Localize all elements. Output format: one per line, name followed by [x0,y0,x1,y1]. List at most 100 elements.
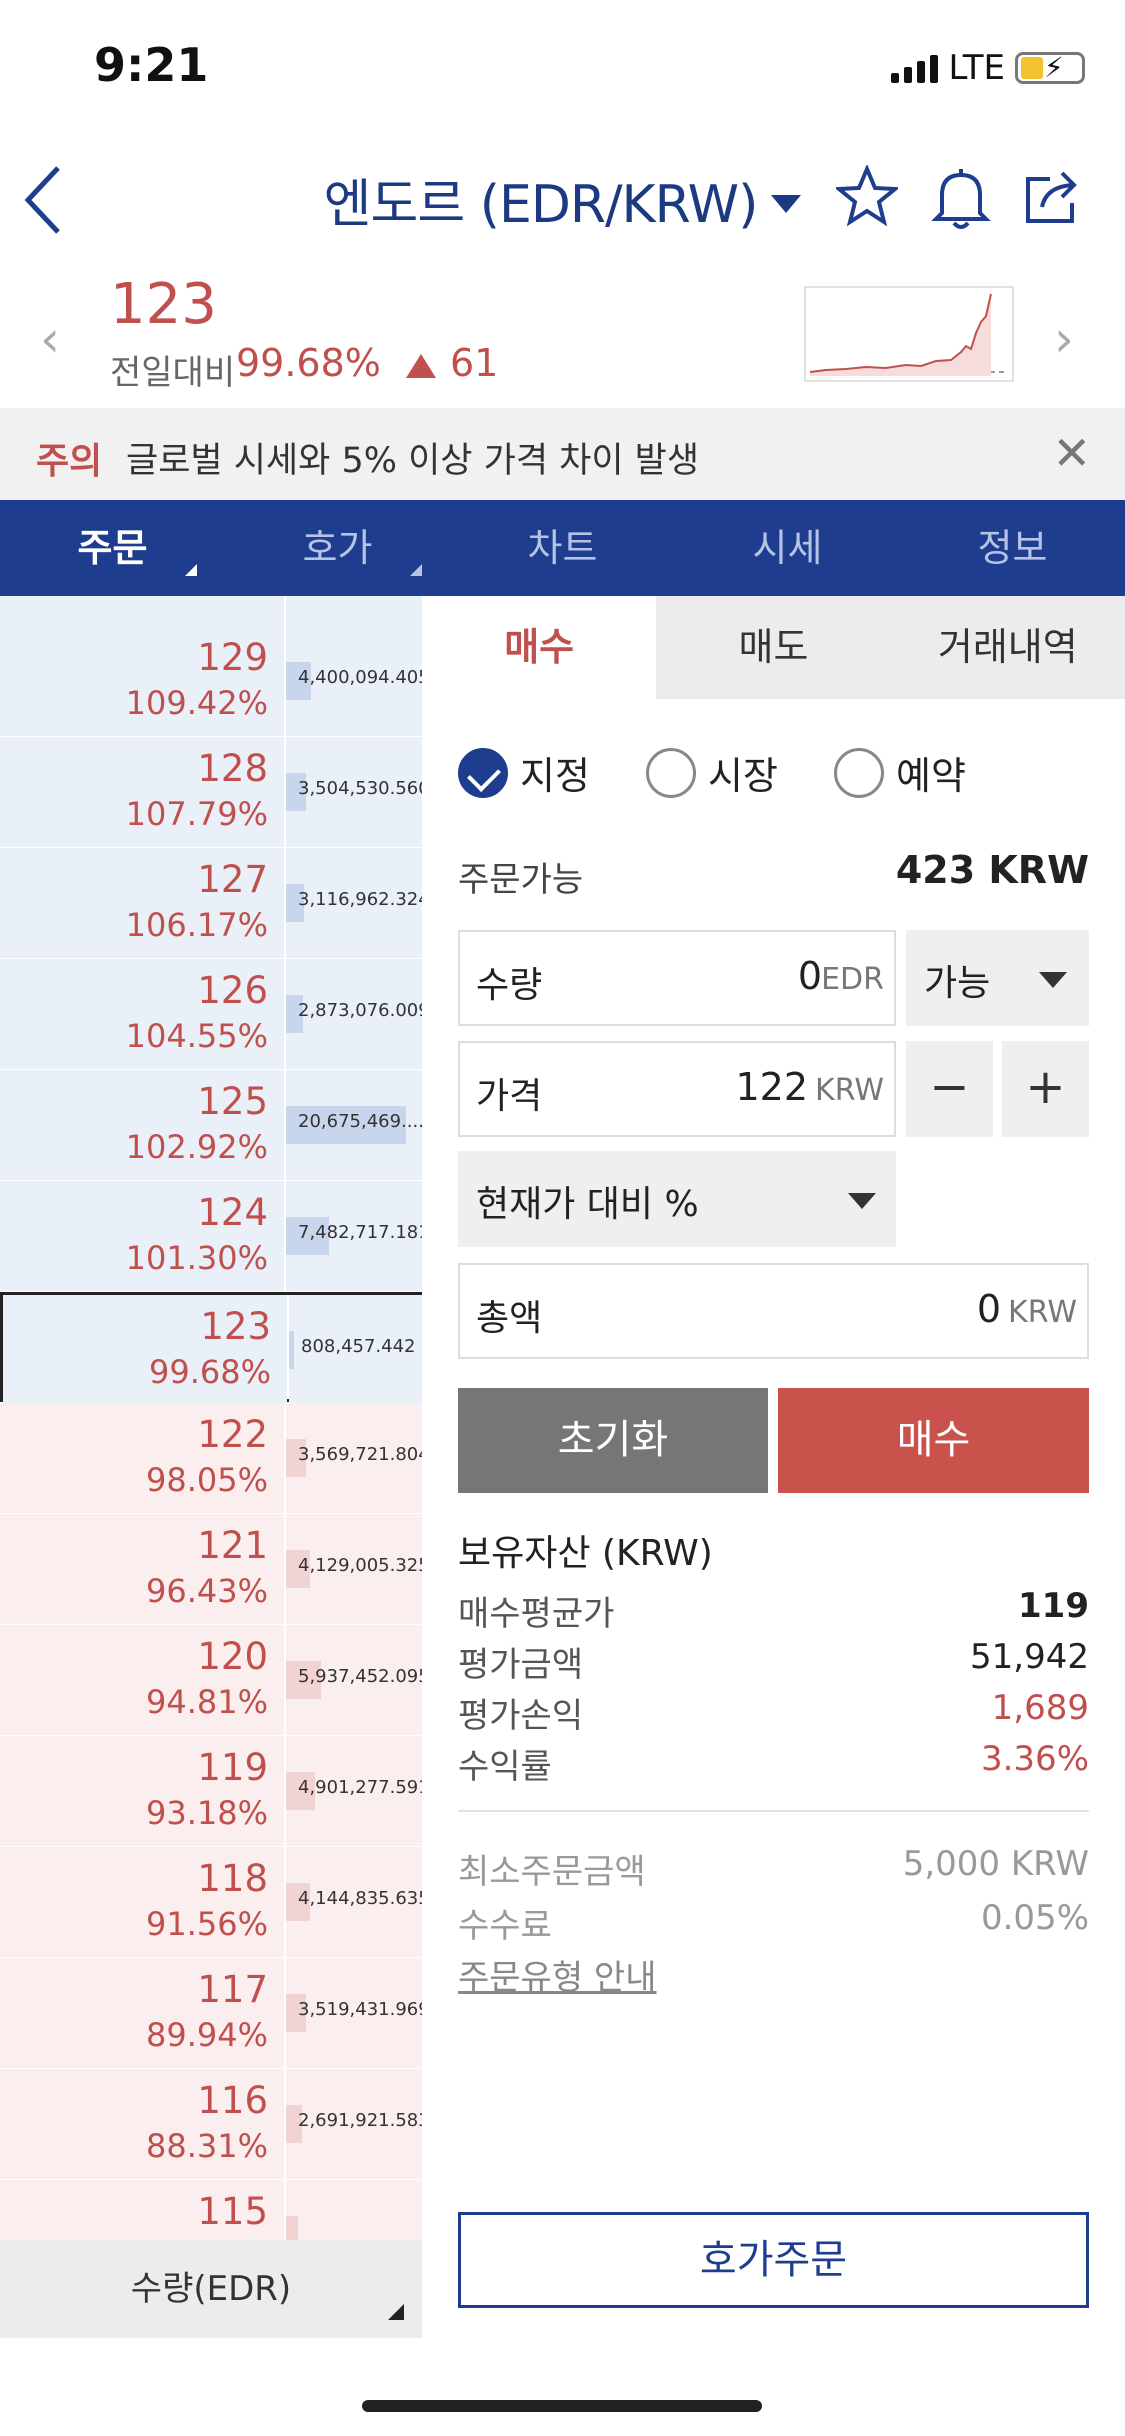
fee-rate: 수수료 0.05% [458,1898,1089,1946]
orderbook-bid-row[interactable]: 119 93.18% 4,901,277.591 [0,1736,422,1846]
subtab-sell[interactable]: 매도 [656,596,891,699]
order-subtabs: 매수 매도 거래내역 [422,596,1125,699]
orderbook-bid-row[interactable]: 117 89.94% 3,519,431.969 [0,1958,422,2068]
orderbook-ask-row[interactable]: 125 102.92% 20,675,469.... [0,1070,422,1180]
change-percent: 99.68% [236,341,381,385]
home-indicator[interactable] [362,2400,762,2412]
orderbook-percent: 109.42% [125,684,268,722]
orderbook-price-cell[interactable]: 123 99.68% [3,1295,287,1405]
market-title: 엔도르 (EDR/KRW) [323,175,759,235]
orderbook-volume: 2,691,921.583 [298,2110,422,2131]
percent-select[interactable]: 현재가 대비 % [458,1151,896,1247]
buy-button[interactable]: 매수 [778,1388,1089,1493]
orderbook-price-cell[interactable]: 125 102.92% [0,1070,284,1180]
orderbook-volume-cell: 2,873,076.009 [286,959,422,1069]
orderbook-price-cell[interactable]: 116 88.31% [0,2069,284,2179]
mini-chart[interactable] [804,286,1014,382]
orderbook-ask-row[interactable]: 129 109.42% 4,400,094.405 [0,626,422,736]
orderbook-price-cell[interactable]: 122 98.05% [0,1403,284,1513]
total-value: 0 [976,1287,1001,1331]
orderbook-price: 116 [197,2079,268,2122]
order-type-limit[interactable]: 지정 [458,745,590,800]
orderbook-volume-cell: 4,901,277.591 [286,1736,422,1846]
orderbook-price-cell[interactable]: 124 101.30% [0,1181,284,1291]
orderbook-price-cell[interactable]: 117 89.94% [0,1958,284,2068]
orderbook-volume: 3,519,431.969 [298,1999,422,2020]
battery-icon: ⚡ [1015,51,1085,84]
orderbook-bid-row[interactable]: 122 98.05% 3,569,721.804 [0,1403,422,1513]
corner-marker-icon [410,564,422,576]
chevron-down-icon [848,1193,876,1209]
orderbook-price-cell[interactable]: 118 91.56% [0,1847,284,1957]
orderbook-volume: 4,144,835.635 [298,1888,422,1909]
chevron-down-icon [1039,972,1067,988]
notice-tag: 주의 [36,441,103,482]
orderbook-volume: 3,116,962.324 [298,889,422,910]
tab-hoga[interactable]: 호가 [225,500,450,596]
next-market-arrow[interactable]: › [1054,310,1074,368]
orderbook-price: 129 [197,636,268,679]
orderbook-price-cell[interactable]: 128 107.79% [0,737,284,847]
radio-icon [834,747,884,798]
order-type-reserved[interactable]: 예약 [834,745,966,800]
tab-order[interactable]: 주문 [0,500,225,596]
orderbook-price-cell[interactable]: 126 104.55% [0,959,284,1069]
close-notice-button[interactable]: ✕ [1052,426,1091,480]
orderbook-price-cell[interactable]: 127 106.17% [0,848,284,958]
total-field[interactable]: 총액 0 KRW [458,1263,1089,1359]
order-type-market[interactable]: 시장 [646,745,778,800]
subtab-history[interactable]: 거래내역 [890,596,1125,699]
radio-icon [646,747,696,798]
orderbook-price: 119 [197,1746,268,1789]
orderbook-bid-row[interactable]: 120 94.81% 5,937,452.095 [0,1625,422,1735]
current-price: 123 [110,272,217,337]
tab-chart[interactable]: 차트 [450,500,675,596]
possible-dropdown[interactable]: 가능 [906,930,1089,1026]
tab-info[interactable]: 정보 [900,500,1125,596]
orderbook-ask-row[interactable]: 127 106.17% 3,116,962.324 [0,848,422,958]
orderbook-price-cell[interactable]: 129 109.42% [0,626,284,736]
percent-select-label: 현재가 대비 % [476,1184,699,1225]
orderbook-footer[interactable]: 수량(EDR) [0,2240,422,2338]
order-type-guide-link[interactable]: 주문유형 안내 [458,1950,657,1999]
share-button[interactable] [1020,165,1084,233]
orderbook-volume: 2,873,076.009 [298,1000,422,1021]
price-field[interactable]: 가격 122 KRW [458,1041,896,1137]
close-icon: ✕ [1052,426,1091,480]
orderbook-volume: 20,675,469.... [298,1111,422,1132]
orderbook-ask-row[interactable]: 124 101.30% 7,482,717.181 [0,1181,422,1291]
orderbook-bid-row[interactable]: 116 88.31% 2,691,921.583 [0,2069,422,2179]
holdings-title: 보유자산 (KRW) [458,1533,713,1574]
hoga-order-button[interactable]: 호가주문 [458,2212,1089,2308]
reset-button[interactable]: 초기화 [458,1388,768,1493]
orderbook-volume: 3,504,530.560 [298,778,422,799]
orderbook-row-current[interactable]: 123 99.68% 808,457.442 [0,1292,422,1405]
price-decrease-button[interactable]: − [906,1041,993,1137]
tab-quotes[interactable]: 시세 [675,500,900,596]
favorite-star-button[interactable] [833,163,901,231]
orderbook-volume-cell: 7,482,717.181 [286,1181,422,1291]
orderbook-ask-row[interactable]: 126 104.55% 2,873,076.009 [0,959,422,1069]
available-value: 423 KRW [895,848,1089,892]
quantity-field[interactable]: 수량 0 EDR [458,930,896,1026]
prev-market-arrow[interactable]: ‹ [40,310,60,368]
notification-button[interactable] [930,165,992,235]
price-increase-button[interactable]: + [1002,1041,1089,1137]
orderbook-price: 125 [197,1080,268,1123]
orderbook-price: 126 [197,969,268,1012]
bell-icon [931,169,991,229]
orderbook[interactable]: 129 109.42% 4,400,094.405 128 107.79% 3,504,5… [0,596,422,2338]
checked-radio-icon [458,747,508,798]
orderbook-bid-row[interactable]: 118 91.56% 4,144,835.635 [0,1847,422,1957]
orderbook-volume: 4,129,005.325 [298,1555,422,1576]
orderbook-ask-row[interactable]: 128 107.79% 3,504,530.560 [0,737,422,847]
orderbook-price-cell[interactable]: 120 94.81% [0,1625,284,1735]
status-indicators: LTE ⚡ [891,48,1085,88]
chevron-down-icon [771,195,802,213]
subtab-buy[interactable]: 매수 [422,596,657,699]
orderbook-volume-cell: 4,129,005.325 [286,1514,422,1624]
orderbook-percent: 102.92% [125,1128,268,1166]
orderbook-bid-row[interactable]: 121 96.43% 4,129,005.325 [0,1514,422,1624]
orderbook-price-cell[interactable]: 119 93.18% [0,1736,284,1846]
orderbook-price-cell[interactable]: 121 96.43% [0,1514,284,1624]
